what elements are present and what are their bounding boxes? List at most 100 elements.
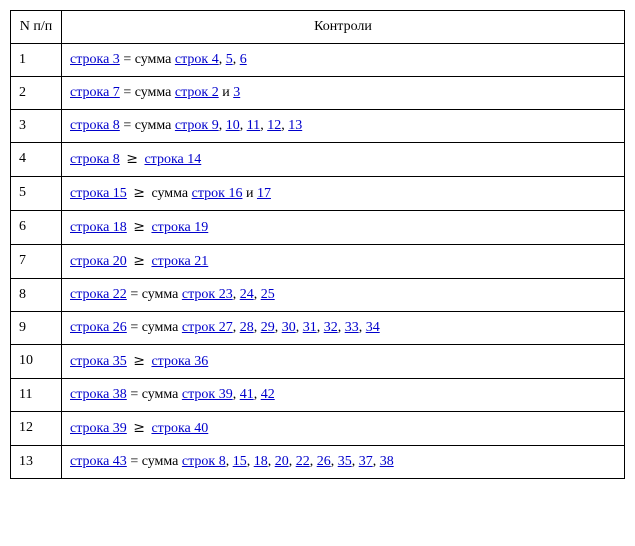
row-link[interactable]: 13 <box>288 118 302 133</box>
row-link[interactable]: строка 40 <box>151 421 208 436</box>
row-link[interactable]: строка 3 <box>70 52 120 67</box>
row-link[interactable]: строка 14 <box>144 152 201 167</box>
row-link[interactable]: строка 35 <box>70 354 127 369</box>
table-row: 4 строка 8 ≥ строка 14 <box>11 143 625 177</box>
row-link[interactable]: строка 39 <box>70 421 127 436</box>
row-link[interactable]: строка 19 <box>151 220 208 235</box>
row-text: , <box>310 454 317 469</box>
row-number: 2 <box>11 77 62 110</box>
row-link[interactable]: 30 <box>282 320 296 335</box>
ge-symbol: ≥ <box>127 420 152 436</box>
row-link[interactable]: строк 9 <box>175 118 219 133</box>
row-link[interactable]: строка 21 <box>151 254 208 269</box>
row-link[interactable]: 37 <box>359 454 373 469</box>
table-row: 13строка 43 = сумма строк 8, 15, 18, 20,… <box>11 446 625 479</box>
table-header-row: N п/п Контроли <box>11 11 625 44</box>
row-link[interactable]: 3 <box>233 85 240 100</box>
row-link[interactable]: 18 <box>254 454 268 469</box>
table-row: 1 строка 3 = сумма строк 4, 5, 6 <box>11 44 625 77</box>
row-number: 11 <box>11 379 62 412</box>
row-link[interactable]: строка 26 <box>70 320 127 335</box>
row-text: , <box>373 454 380 469</box>
row-link[interactable]: строка 22 <box>70 287 127 302</box>
row-link[interactable]: строк 8 <box>182 454 226 469</box>
row-link[interactable]: 26 <box>317 454 331 469</box>
row-number: 4 <box>11 143 62 177</box>
row-link[interactable]: 12 <box>267 118 281 133</box>
row-link[interactable]: строка 8 <box>70 118 120 133</box>
row-text: , <box>359 320 366 335</box>
table-row: 8строка 22 = сумма строк 23, 24, 25 <box>11 279 625 312</box>
row-link[interactable]: строк 16 <box>192 186 243 201</box>
row-text: = сумма <box>127 287 182 302</box>
row-text: , <box>338 320 345 335</box>
table-row: 11строка 38 = сумма строк 39, 41, 42 <box>11 379 625 412</box>
row-text: , <box>233 287 240 302</box>
row-link[interactable]: 11 <box>247 118 260 133</box>
row-link[interactable]: строка 38 <box>70 387 127 402</box>
row-link[interactable]: 31 <box>303 320 317 335</box>
row-link[interactable]: 29 <box>261 320 275 335</box>
row-link[interactable]: строк 4 <box>175 52 219 67</box>
control-cell: строка 22 = сумма строк 23, 24, 25 <box>62 279 625 312</box>
row-link[interactable]: 28 <box>240 320 254 335</box>
row-link[interactable]: 20 <box>275 454 289 469</box>
row-link[interactable]: 22 <box>296 454 310 469</box>
row-number: 6 <box>11 211 62 245</box>
row-link[interactable]: 24 <box>240 287 254 302</box>
row-link[interactable]: 10 <box>226 118 240 133</box>
ge-symbol: ≥ <box>120 151 145 167</box>
row-link[interactable]: строка 18 <box>70 220 127 235</box>
row-text: , <box>219 52 226 67</box>
row-link[interactable]: строка 43 <box>70 454 127 469</box>
row-link[interactable]: 15 <box>233 454 247 469</box>
control-cell: строка 7 = сумма строк 2 и 3 <box>62 77 625 110</box>
row-text: = сумма <box>127 454 182 469</box>
row-link[interactable]: 35 <box>338 454 352 469</box>
row-link[interactable]: 5 <box>226 52 233 67</box>
control-cell: строка 43 = сумма строк 8, 15, 18, 20, 2… <box>62 446 625 479</box>
row-number: 1 <box>11 44 62 77</box>
table-row: 9строка 26 = сумма строк 27, 28, 29, 30,… <box>11 312 625 345</box>
row-link[interactable]: строк 23 <box>182 287 233 302</box>
row-link[interactable]: 42 <box>261 387 275 402</box>
row-text: , <box>331 454 338 469</box>
row-text: = сумма <box>127 320 182 335</box>
ge-symbol: ≥ <box>127 353 152 369</box>
row-link[interactable]: строка 8 <box>70 152 120 167</box>
row-link[interactable]: строк 39 <box>182 387 233 402</box>
row-number: 10 <box>11 345 62 379</box>
row-link[interactable]: строк 2 <box>175 85 219 100</box>
ge-symbol: ≥ <box>127 185 152 201</box>
row-text: , <box>233 52 240 67</box>
row-number: 8 <box>11 279 62 312</box>
row-text: , <box>352 454 359 469</box>
controls-table: N п/п Контроли 1 строка 3 = сумма строк 4… <box>10 10 625 479</box>
row-link[interactable]: 17 <box>257 186 271 201</box>
row-text: = сумма <box>120 85 175 100</box>
row-link[interactable]: строка 20 <box>70 254 127 269</box>
row-link[interactable]: строка 36 <box>151 354 208 369</box>
row-link[interactable]: строка 7 <box>70 85 120 100</box>
control-cell: строка 18 ≥ строка 19 <box>62 211 625 245</box>
row-text: = сумма <box>120 52 175 67</box>
row-number: 3 <box>11 110 62 143</box>
row-text: , <box>240 118 247 133</box>
row-text: , <box>219 118 226 133</box>
row-link[interactable]: 32 <box>324 320 338 335</box>
row-link[interactable]: 25 <box>261 287 275 302</box>
row-link[interactable]: 34 <box>366 320 380 335</box>
control-cell: строка 20 ≥ строка 21 <box>62 245 625 279</box>
row-link[interactable]: 33 <box>345 320 359 335</box>
row-link[interactable]: 38 <box>380 454 394 469</box>
row-text: , <box>289 454 296 469</box>
row-text: , <box>296 320 303 335</box>
row-link[interactable]: строк 27 <box>182 320 233 335</box>
row-link[interactable]: строка 15 <box>70 186 127 201</box>
row-text: , <box>268 454 275 469</box>
row-text: и <box>219 85 234 100</box>
row-text: = сумма <box>120 118 175 133</box>
row-link[interactable]: 41 <box>240 387 254 402</box>
row-link[interactable]: 6 <box>240 52 247 67</box>
control-cell: строка 8 = сумма строк 9, 10, 11, 12, 13 <box>62 110 625 143</box>
